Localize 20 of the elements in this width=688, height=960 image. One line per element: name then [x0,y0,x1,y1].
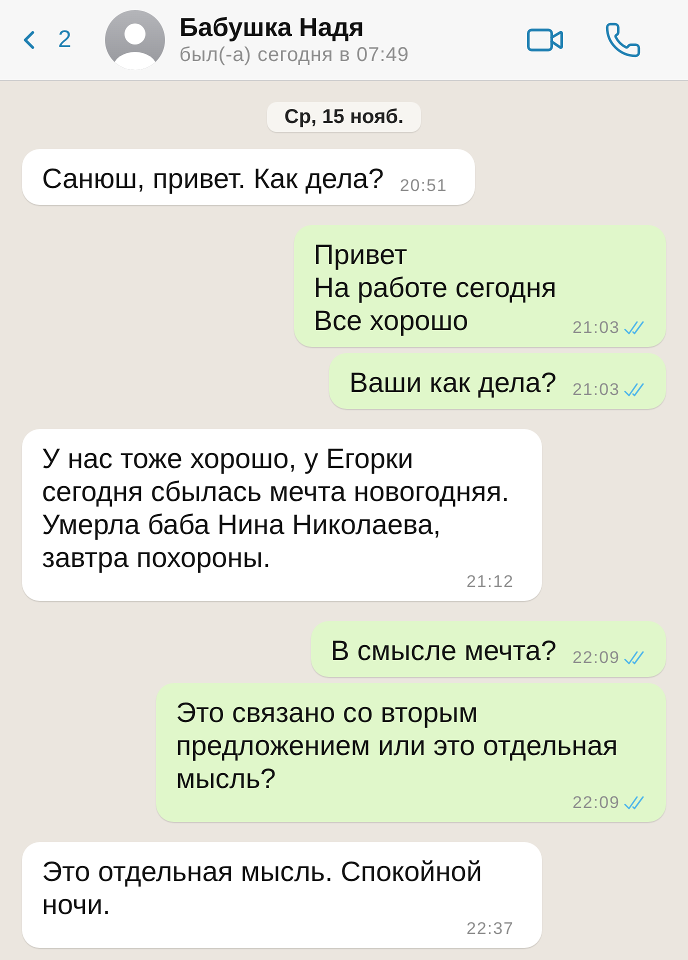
message-time: 22:09 [572,650,620,666]
message-time: 21:03 [572,382,620,398]
message-text: Это отдельная мысль. Спокойной ночи. [42,855,483,921]
message-text: В смысле мечта? [330,634,556,667]
message-text: Привет На работе сегодня Все хорошо [314,238,556,337]
phone-icon [604,21,642,59]
message-time: 22:37 [466,921,514,937]
contact-name: Бабушка Надя [179,12,365,42]
message-time: 20:51 [400,178,448,194]
back-button[interactable]: 2 [14,23,72,57]
message-time: 21:12 [466,574,514,590]
message-time: 22:09 [572,795,620,811]
message-text: У нас тоже хорошо, у Егорки сегодня сбылась мечта новогодняя. Умерла баба Нина Николаева, завтра похороны. [42,442,510,574]
last-seen-status: был(-а) сегодня в 07:49 [179,43,410,68]
message-text: Ваши как дела? [349,366,556,399]
message-text: Это связано со вторым предложением или это отдельная мысль? [176,696,619,795]
message-time: 21:03 [572,320,620,336]
message-text: Санюш, привет. Как дела? [42,162,384,195]
voice-call-button[interactable] [604,21,642,59]
date-divider: Ср, 15 нояб. [267,102,421,132]
